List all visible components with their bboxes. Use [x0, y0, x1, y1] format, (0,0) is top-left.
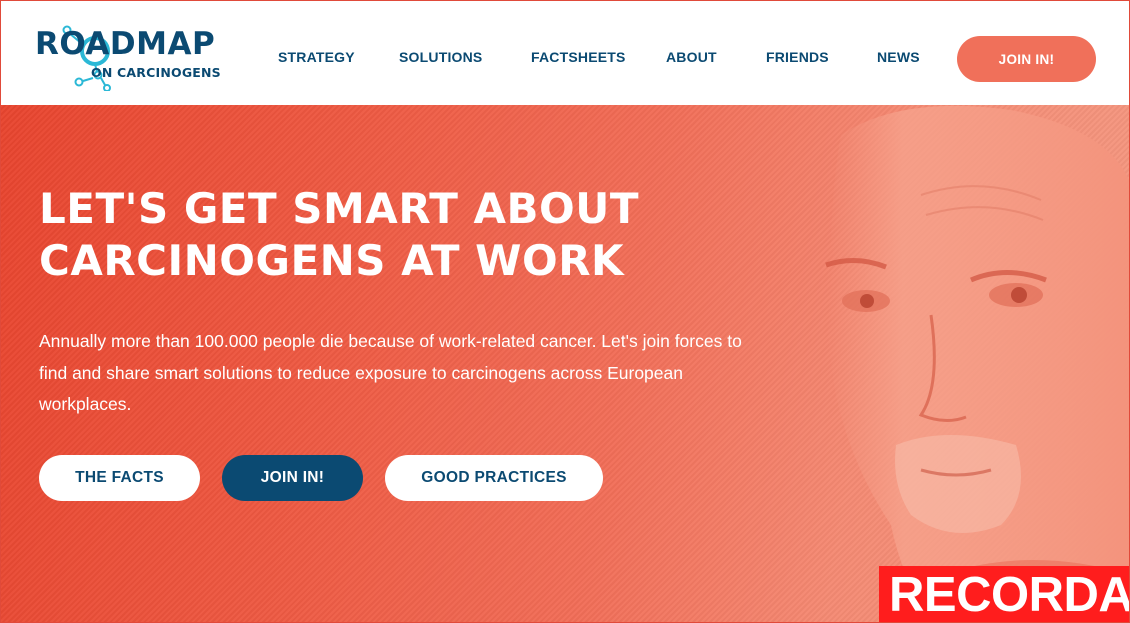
logo-title: ROADMAP [35, 26, 216, 62]
record-overlay-badge: RECORDA [879, 566, 1129, 622]
hero-section: LET'S GET SMART ABOUT CARCINOGENS AT WOR… [1, 105, 1129, 622]
nav-strategy[interactable]: STRATEGY [278, 49, 355, 65]
logo-subtitle: ON CARCINOGENS [91, 65, 221, 80]
nav-factsheets[interactable]: FACTSHEETS [531, 49, 626, 65]
portrait-image [825, 105, 1129, 622]
nav-news[interactable]: NEWS [877, 49, 920, 65]
good-practices-button[interactable]: GOOD PRACTICES [385, 455, 603, 501]
nav-about[interactable]: ABOUT [666, 49, 717, 65]
nav-friends[interactable]: FRIENDS [766, 49, 829, 65]
site-header: ROADMAP ON CARCINOGENS STRATEGY SOLUTION… [1, 1, 1129, 105]
roadmap-logo[interactable]: ROADMAP ON CARCINOGENS [35, 25, 235, 91]
nav-solutions[interactable]: SOLUTIONS [399, 49, 482, 65]
hero-title-line2: CARCINOGENS AT WORK [39, 236, 625, 285]
join-in-button[interactable]: JOIN IN! [222, 455, 363, 501]
hero-description: Annually more than 100.000 people die be… [39, 331, 742, 414]
page-frame: ROADMAP ON CARCINOGENS STRATEGY SOLUTION… [0, 0, 1130, 623]
hero-title-line1: LET'S GET SMART ABOUT [39, 184, 640, 233]
hero-title: LET'S GET SMART ABOUT CARCINOGENS AT WOR… [39, 183, 739, 287]
the-facts-button[interactable]: THE FACTS [39, 455, 200, 501]
join-in-header-button[interactable]: JOIN IN! [957, 36, 1096, 82]
